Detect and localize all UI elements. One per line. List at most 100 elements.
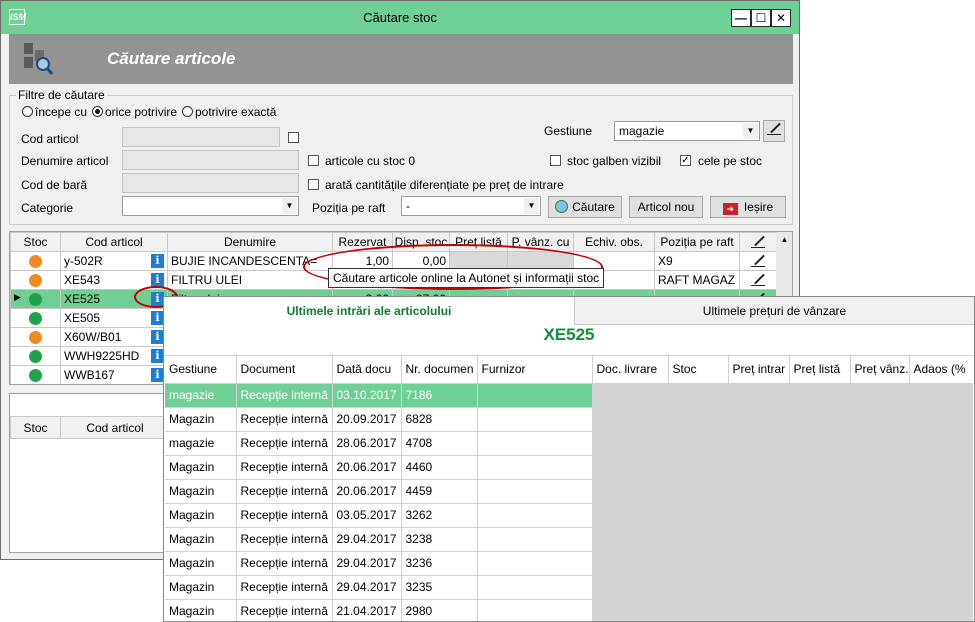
cod-articol-input[interactable]	[122, 127, 280, 147]
col-pret-intrare[interactable]: Preț intrar	[728, 356, 790, 384]
gray-cell	[789, 575, 851, 600]
row-pointer-icon: ▶	[14, 292, 21, 302]
lower-grid-header: Stoc Cod articol	[10, 416, 170, 439]
nr-value: 3235	[405, 580, 433, 594]
pozitia-raft-select[interactable]: - ▼	[401, 196, 541, 216]
tab-ultimele-intrari[interactable]: Ultimele intrări ale articolului	[164, 297, 574, 325]
table-row[interactable]: Magazin Recepție internă 29.04.2017 3236	[165, 551, 973, 576]
col-denumire[interactable]: Denumire	[167, 232, 333, 252]
col-pret-vanzare[interactable]: Preț vânz.	[850, 356, 910, 384]
pozitie-value: X9	[658, 254, 673, 268]
edit-gestiune-button[interactable]	[763, 120, 785, 142]
table-row[interactable]: Magazin Recepție internă 20.06.2017 4459	[165, 479, 973, 504]
document-value: Recepție internă	[240, 460, 328, 474]
nr-value: 3238	[405, 532, 433, 546]
gestiune-cell: magazie	[165, 431, 237, 456]
scroll-up-icon[interactable]: ▲	[776, 232, 792, 248]
gray-cell	[668, 599, 729, 621]
gray-cell	[909, 503, 973, 528]
table-row[interactable]: magazie Recepție internă 28.06.2017 4708	[165, 431, 973, 456]
col-document[interactable]: Document	[236, 356, 333, 384]
table-row[interactable]: magazie Recepție internă 03.10.2017 7186	[165, 383, 973, 408]
gestiune-value: Magazin	[169, 556, 215, 570]
gestiune-cell: Magazin	[165, 479, 237, 504]
title-bar[interactable]: ISM Căutare stoc — ☐ ✕	[1, 1, 799, 34]
cod-articol-value: WWH9225HD	[64, 349, 140, 363]
arata-cantitati-checkbox[interactable]	[308, 179, 319, 190]
tab-ultimele-preturi[interactable]: Ultimele prețuri de vânzare	[574, 297, 974, 325]
iesire-button[interactable]: ➜ Ieșire	[710, 196, 786, 218]
radio-starts-with-label: începe cu	[35, 105, 88, 119]
cod-bara-input[interactable]	[122, 173, 299, 193]
table-row[interactable]: Magazin Recepție internă 20.06.2017 4460	[165, 455, 973, 480]
denumire-value: FILTRU ULEI	[171, 273, 243, 287]
articole-stoc-checkbox[interactable]	[308, 155, 319, 166]
col-doc-livrare[interactable]: Doc. livrare	[592, 356, 669, 384]
chevron-down-icon: ▼	[524, 198, 539, 214]
radio-any-match[interactable]: orice potrivire	[92, 105, 177, 119]
radio-starts-with[interactable]: începe cu	[22, 105, 87, 119]
edit-cell[interactable]	[739, 251, 777, 271]
chevron-down-icon: ▼	[282, 198, 297, 214]
gray-cell	[850, 599, 910, 621]
gray-cell	[789, 455, 851, 480]
nr-cell: 4708	[401, 431, 478, 456]
gray-cell	[850, 407, 910, 432]
table-row[interactable]: Magazin Recepție internă 03.05.2017 3262	[165, 503, 973, 528]
cod-articol-value: XE505	[64, 311, 101, 325]
cele-pe-stoc-checkbox[interactable]: ✓	[680, 155, 691, 166]
categorie-select[interactable]: ▼	[122, 196, 299, 216]
document-value: Recepție internă	[240, 436, 328, 450]
gray-cell	[909, 455, 973, 480]
furnizor-cell	[477, 407, 593, 432]
radio-exact-match-icon	[182, 106, 193, 117]
gray-cell	[728, 455, 790, 480]
col-cod-articol[interactable]: Cod articol	[60, 232, 168, 252]
maximize-button[interactable]: ☐	[751, 9, 771, 27]
denumire-articol-input[interactable]	[122, 150, 299, 170]
gestiune-select[interactable]: magazie ▼	[614, 121, 760, 141]
cautare-button[interactable]: Căutare	[548, 196, 622, 218]
radio-exact-match[interactable]: potrivire exactă	[182, 105, 276, 119]
col-pret-lista[interactable]: Preț listă	[789, 356, 851, 384]
pozitie-cell: RAFT MAGAZ	[654, 270, 740, 290]
col-gestiune[interactable]: Gestiune	[165, 356, 237, 384]
table-row[interactable]: Magazin Recepție internă 20.09.2017 6828	[165, 407, 973, 432]
table-row[interactable]: Magazin Recepție internă 21.04.2017 2980	[165, 599, 973, 621]
col-echiv-obs[interactable]: Echiv. obs.	[573, 232, 655, 252]
gray-cell	[592, 551, 669, 576]
pozitie-cell: X9	[654, 251, 740, 271]
close-button[interactable]: ✕	[771, 9, 791, 27]
col-stoc[interactable]: Stoc	[668, 356, 729, 384]
stoc-galben-checkbox[interactable]	[550, 155, 561, 166]
nr-value: 4460	[405, 460, 433, 474]
pen-icon	[766, 121, 782, 135]
col-edit[interactable]	[739, 232, 777, 252]
cod-articol-value: XE525	[64, 292, 101, 306]
minimize-button[interactable]: —	[731, 9, 751, 27]
iesire-button-label: Ieșire	[743, 200, 774, 214]
info-icon[interactable]: i	[151, 273, 164, 287]
banner-title: Căutare articole	[107, 49, 236, 68]
col-data-docu[interactable]: Dată docu	[332, 356, 402, 384]
lower-col-cod-articol[interactable]: Cod articol	[60, 416, 170, 439]
cod-articol-value: y-502R	[64, 254, 103, 268]
info-icon[interactable]: i	[151, 254, 164, 268]
table-row[interactable]: Magazin Recepție internă 29.04.2017 3235	[165, 575, 973, 600]
data-value: 29.04.2017	[336, 532, 397, 546]
lower-col-stoc[interactable]: Stoc	[10, 416, 61, 439]
articol-nou-button[interactable]: Articol nou	[629, 196, 703, 218]
cod-articol-checkbox[interactable]	[288, 132, 299, 143]
data-cell: 03.10.2017	[332, 383, 402, 408]
gestiune-value: Magazin	[169, 532, 215, 546]
col-stoc[interactable]: Stoc	[10, 232, 61, 252]
gestiune-value: magazie	[619, 124, 665, 138]
col-nr-document[interactable]: Nr. documen	[401, 356, 478, 384]
col-furnizor[interactable]: Furnizor	[477, 356, 593, 384]
col-pozitie-raft[interactable]: Poziția pe raft	[654, 232, 740, 252]
table-row[interactable]: Magazin Recepție internă 29.04.2017 3238	[165, 527, 973, 552]
gestiune-value: Magazin	[169, 508, 215, 522]
col-adaos[interactable]: Adaos (%	[909, 356, 973, 384]
gray-cell	[728, 431, 790, 456]
edit-cell[interactable]	[739, 270, 777, 290]
